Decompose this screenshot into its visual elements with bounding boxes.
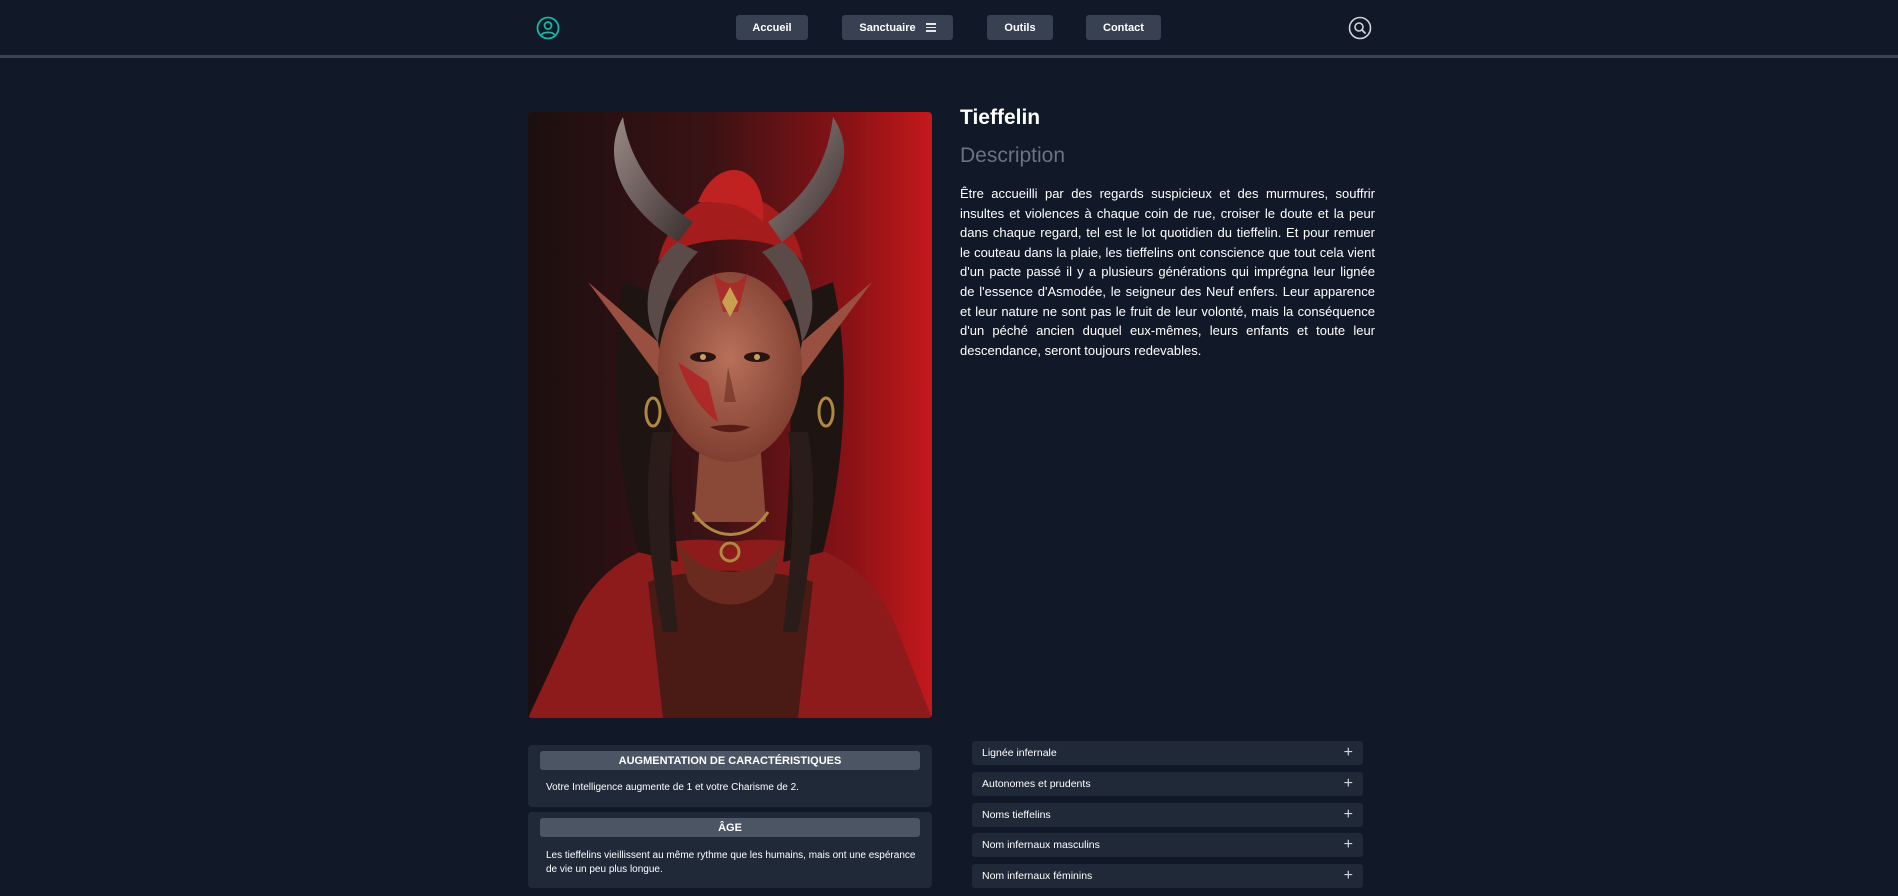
plus-icon[interactable]: + [1344, 837, 1353, 853]
accordion-label: Autonomes et prudents [982, 778, 1091, 790]
trait-card: AUGMENTATION DE CARACTÉRISTIQUES Votre I… [528, 745, 932, 807]
description-heading: Description [960, 144, 1066, 167]
accordion-item[interactable]: Nom infernaux masculins + [972, 833, 1363, 857]
accordion-label: Nom infernaux féminins [982, 870, 1093, 882]
accordion-item[interactable]: Nom infernaux féminins + [972, 864, 1363, 888]
plus-icon[interactable]: + [1344, 776, 1353, 792]
accordion-item[interactable]: Autonomes et prudents + [972, 772, 1363, 796]
race-title: Tieffelin [960, 106, 1041, 129]
trait-text: Les tieffelins vieillissent au même ryth… [546, 850, 916, 875]
accordion-label: Lignée infernale [982, 747, 1057, 759]
nav-accueil-label: Accueil [752, 21, 792, 34]
nav-contact-button[interactable]: Contact [1086, 15, 1161, 40]
accordion-label: Nom infernaux masculins [982, 839, 1100, 851]
user-circle-icon[interactable] [536, 16, 560, 40]
trait-heading: ÂGE [540, 818, 920, 837]
nav-contact-label: Contact [1103, 21, 1144, 34]
description-text: Être accueilli par des regards suspicieu… [960, 186, 1375, 358]
search-icon[interactable] [1348, 16, 1372, 40]
nav-outils-label: Outils [1004, 21, 1036, 34]
trait-text: Votre Intelligence augmente de 1 et votr… [546, 782, 799, 793]
nav-accueil-button[interactable]: Accueil [736, 15, 808, 40]
menu-icon [925, 21, 936, 34]
accordion-item[interactable]: Lignée infernale + [972, 741, 1363, 765]
accordion-item[interactable]: Noms tieffelins + [972, 803, 1363, 827]
nav-outils-button[interactable]: Outils [987, 15, 1053, 40]
top-navbar: Accueil Sanctuaire Outils Contact [0, 0, 1898, 58]
plus-icon[interactable]: + [1344, 807, 1353, 823]
accordion-label: Noms tieffelins [982, 809, 1051, 821]
plus-icon[interactable]: + [1344, 868, 1353, 884]
plus-icon[interactable]: + [1344, 745, 1353, 761]
trait-card: ÂGE Les tieffelins vieillissent au même … [528, 812, 932, 888]
nav-sanctuaire-button[interactable]: Sanctuaire [842, 15, 953, 40]
nav-sanctuaire-label: Sanctuaire [859, 21, 916, 34]
race-portrait-image [528, 112, 932, 718]
trait-heading: AUGMENTATION DE CARACTÉRISTIQUES [540, 751, 920, 770]
